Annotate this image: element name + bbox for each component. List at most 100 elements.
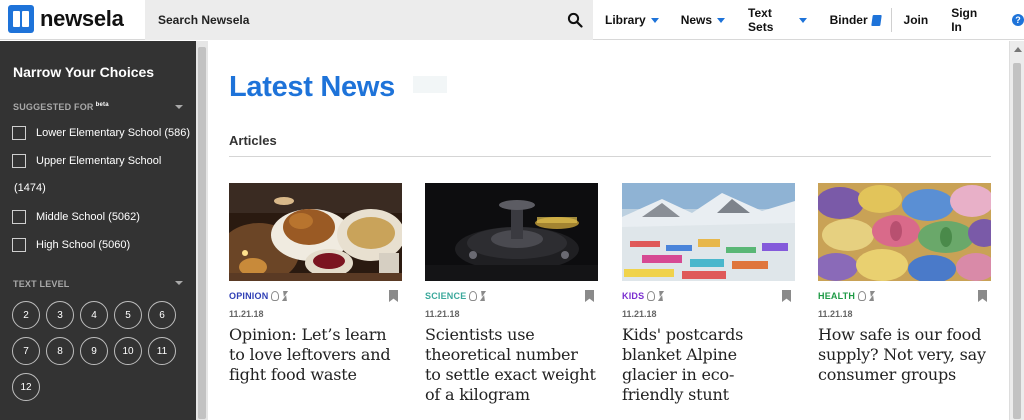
checkbox[interactable] bbox=[12, 238, 26, 252]
nav-divider bbox=[890, 8, 892, 32]
sidebar-title: Narrow Your Choices bbox=[13, 64, 155, 80]
chevron-down-icon bbox=[717, 17, 726, 23]
nav-news[interactable]: News bbox=[680, 0, 726, 40]
glacier-photo bbox=[622, 183, 795, 281]
suggested-for-heading[interactable]: SUGGESTED FOR beta bbox=[13, 102, 109, 112]
text-level-4[interactable]: 4 bbox=[80, 301, 108, 329]
search-bar bbox=[145, 0, 593, 40]
logo-text: newsela bbox=[40, 6, 124, 31]
nav-binder[interactable]: Binder bbox=[829, 0, 882, 40]
nav-join[interactable]: Join bbox=[904, 0, 929, 40]
checkbox[interactable] bbox=[12, 154, 26, 168]
main-nav: Library News Text Sets Binder Join Sign … bbox=[593, 0, 1024, 40]
nav-sign-in-label: Sign In bbox=[951, 6, 978, 34]
bookmark-icon[interactable] bbox=[389, 290, 398, 302]
page-scrollbar-thumb[interactable] bbox=[1013, 63, 1021, 419]
text-level-9[interactable]: 9 bbox=[80, 337, 108, 365]
article-thumbnail-pasta[interactable] bbox=[818, 183, 991, 281]
pasta-photo bbox=[818, 183, 991, 281]
binder-book-icon bbox=[870, 14, 882, 26]
lightbulb-icon bbox=[647, 291, 656, 301]
filter-high-school[interactable]: High School (5060) bbox=[12, 238, 130, 253]
article-thumbnail-kilogram[interactable] bbox=[425, 183, 598, 281]
filter-lower-elementary[interactable]: Lower Elementary School (586) bbox=[12, 126, 190, 141]
title-decoration bbox=[413, 76, 447, 93]
divider bbox=[229, 156, 991, 157]
filter-count: (1474) bbox=[14, 182, 46, 194]
text-level-12[interactable]: 12 bbox=[12, 373, 40, 401]
article-date: 11.21.18 bbox=[622, 309, 657, 319]
article-title[interactable]: Kids' postcards blanket Alpine glacier i… bbox=[622, 325, 795, 405]
beta-badge: beta bbox=[95, 102, 109, 108]
chevron-down-icon[interactable] bbox=[175, 105, 183, 109]
text-level-heading[interactable]: TEXT LEVEL bbox=[13, 279, 70, 289]
article-card[interactable]: HEALTH 11.21.18 How safe is our food sup… bbox=[818, 183, 991, 385]
text-level-10[interactable]: 10 bbox=[114, 337, 142, 365]
bookmark-icon[interactable] bbox=[782, 290, 791, 302]
bookmark-icon[interactable] bbox=[978, 290, 987, 302]
text-level-5[interactable]: 5 bbox=[114, 301, 142, 329]
sidebar-scrollbar[interactable] bbox=[196, 41, 208, 420]
filter-upper-elementary[interactable]: Upper Elementary School bbox=[12, 154, 161, 169]
chevron-down-icon bbox=[650, 17, 659, 23]
checkbox[interactable] bbox=[12, 126, 26, 140]
filter-label: Lower Elementary School (586) bbox=[36, 127, 191, 139]
article-meta: HEALTH bbox=[818, 287, 991, 305]
sidebar-scrollbar-thumb[interactable] bbox=[198, 47, 206, 419]
filter-upper-elementary-count: (1474) bbox=[14, 182, 46, 194]
lightning-icon bbox=[657, 291, 664, 301]
checkbox[interactable] bbox=[12, 210, 26, 224]
text-level-3[interactable]: 3 bbox=[46, 301, 74, 329]
article-date: 11.21.18 bbox=[818, 309, 853, 319]
article-title[interactable]: Opinion: Let’s learn to love leftovers a… bbox=[229, 325, 402, 385]
article-meta: KIDS bbox=[622, 287, 795, 305]
feast-photo bbox=[229, 183, 402, 281]
newsela-logo[interactable]: newsela bbox=[8, 5, 124, 33]
article-meta: OPINION bbox=[229, 287, 402, 305]
article-thumbnail-glacier[interactable] bbox=[622, 183, 795, 281]
text-level-11[interactable]: 11 bbox=[148, 337, 176, 365]
bookmark-icon[interactable] bbox=[585, 290, 594, 302]
nav-library[interactable]: Library bbox=[605, 0, 659, 40]
text-level-7[interactable]: 7 bbox=[12, 337, 40, 365]
lightbulb-icon bbox=[858, 291, 867, 301]
filter-middle-school[interactable]: Middle School (5062) bbox=[12, 210, 140, 225]
text-level-8[interactable]: 8 bbox=[46, 337, 74, 365]
article-card[interactable]: KIDS 11.21.18 Kids' postcards blanket Al… bbox=[622, 183, 795, 405]
nav-sign-in[interactable]: Sign In bbox=[951, 0, 987, 40]
kilogram-photo bbox=[425, 183, 598, 281]
chevron-down-icon[interactable] bbox=[175, 281, 183, 285]
scroll-up-icon[interactable] bbox=[1014, 47, 1022, 52]
article-title[interactable]: How safe is our food supply? Not very, s… bbox=[818, 325, 991, 385]
category-label[interactable]: HEALTH bbox=[818, 291, 855, 301]
nav-text-sets[interactable]: Text Sets bbox=[748, 0, 807, 40]
chevron-down-icon bbox=[798, 17, 807, 23]
lightbulb-icon bbox=[469, 291, 478, 301]
nav-help[interactable]: ? bbox=[1012, 0, 1024, 40]
category-label[interactable]: SCIENCE bbox=[425, 291, 466, 301]
article-card[interactable]: OPINION 11.21.18 Opinion: Let’s learn to… bbox=[229, 183, 402, 385]
category-label[interactable]: KIDS bbox=[622, 291, 644, 301]
suggested-for-label: SUGGESTED FOR bbox=[13, 102, 94, 112]
nav-news-label: News bbox=[680, 13, 713, 27]
article-title[interactable]: Scientists use theoretical number to set… bbox=[425, 325, 598, 405]
articles-heading: Articles bbox=[229, 133, 277, 148]
page-scrollbar[interactable] bbox=[1009, 41, 1024, 420]
newsela-logo-icon bbox=[8, 5, 34, 33]
lightbulb-icon bbox=[271, 291, 280, 301]
article-thumbnail-leftovers[interactable] bbox=[229, 183, 402, 281]
filter-sidebar: Narrow Your Choices SUGGESTED FOR beta Lo… bbox=[0, 41, 196, 420]
search-input[interactable] bbox=[158, 13, 558, 27]
page-title: Latest News bbox=[229, 71, 395, 103]
text-level-2[interactable]: 2 bbox=[12, 301, 40, 329]
text-level-6[interactable]: 6 bbox=[148, 301, 176, 329]
filter-label: Middle School (5062) bbox=[36, 211, 140, 223]
category-label[interactable]: OPINION bbox=[229, 291, 268, 301]
article-meta: SCIENCE bbox=[425, 287, 598, 305]
newsela-app: newsela Library News Text Sets bbox=[0, 0, 1024, 420]
nav-library-label: Library bbox=[605, 13, 646, 27]
search-icon[interactable] bbox=[567, 12, 583, 28]
lightning-icon bbox=[281, 291, 288, 301]
article-card[interactable]: SCIENCE 11.21.18 Scientists use theoreti… bbox=[425, 183, 598, 405]
nav-binder-label: Binder bbox=[829, 13, 868, 27]
